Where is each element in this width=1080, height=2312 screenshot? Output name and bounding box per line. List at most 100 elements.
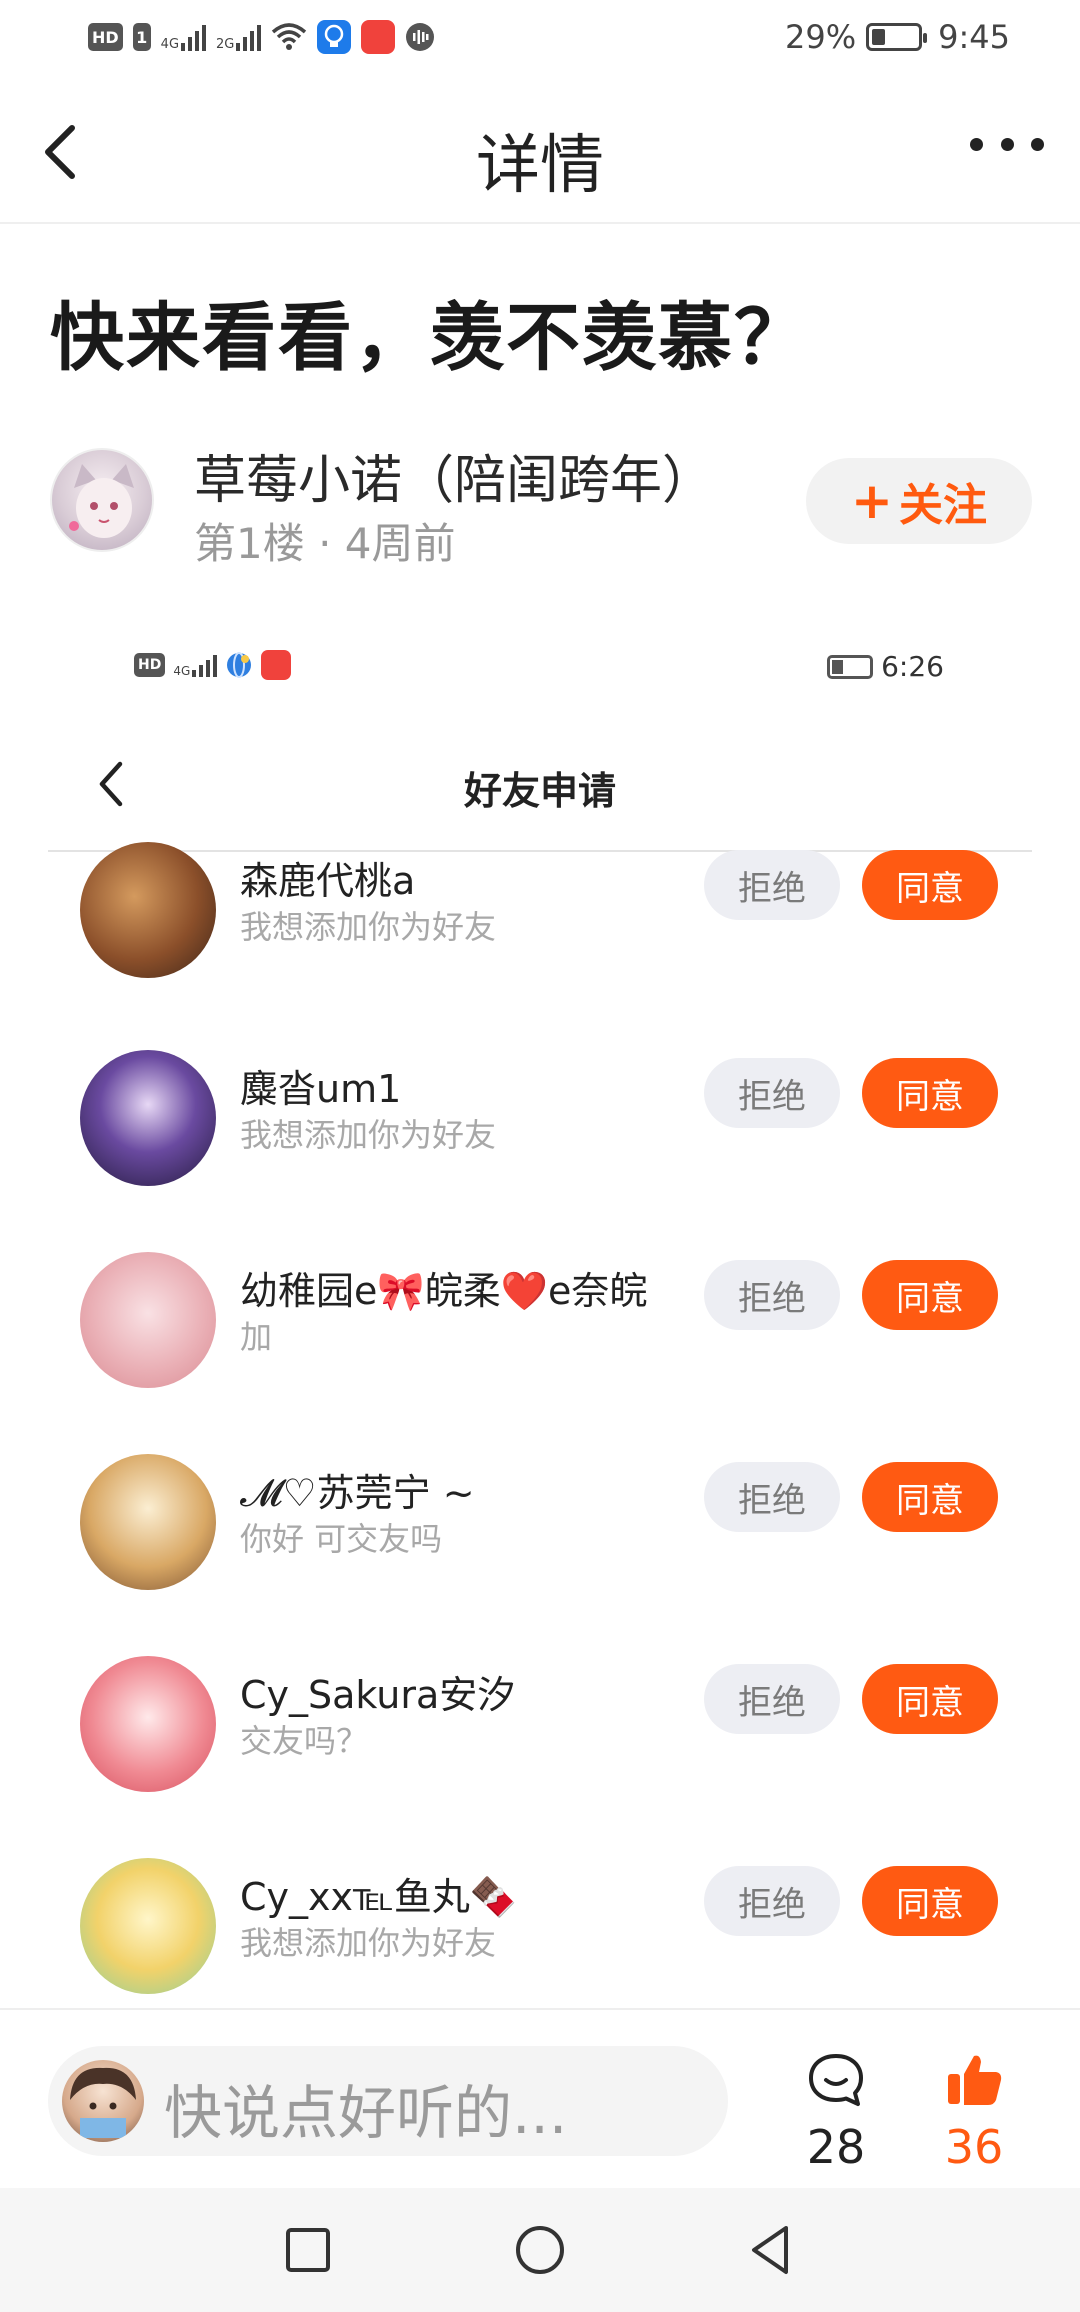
accept-label: 同意 (896, 1682, 964, 1723)
sim-label: 1 (136, 27, 148, 47)
request-name: Cy_Sakura安汐 (240, 1673, 516, 1717)
embedded-network-label: 4G (173, 664, 191, 678)
request-avatar (80, 842, 216, 978)
status-icons-left: HD 1 4G 2G (88, 20, 435, 54)
more-icon[interactable] (970, 124, 1044, 164)
like-count: 36 (944, 2120, 1004, 2174)
author-avatar[interactable] (50, 448, 154, 552)
request-message: 你好 可交友吗 (240, 1520, 443, 1558)
friend-request-row: 麋沓um1 我想添加你为好友 拒绝 同意 (0, 1050, 1080, 1260)
hd-label: HD (92, 27, 119, 47)
home-icon[interactable] (502, 2212, 578, 2288)
embedded-signal-icon: 4G (173, 653, 218, 678)
embedded-screenshot[interactable]: HD 4G 6:26 好友申请 森鹿代桃a 我想添加你为好友 拒绝 同意 麋沓u… (0, 620, 1080, 2010)
author-meta: 第1楼 · 4周前 (194, 519, 456, 568)
request-name: 𝓜♡苏莞宁 ~ (240, 1471, 475, 1515)
sim-icon: 1 (132, 23, 151, 51)
comment-bar: 快说点好听的... 28 36 (0, 2008, 1080, 2188)
request-name: 森鹿代桃a (240, 859, 416, 903)
request-message: 交友吗？ (240, 1722, 369, 1760)
request-message: 我想添加你为好友 (240, 1924, 497, 1962)
wifi-icon (272, 23, 307, 50)
embedded-hd-label: HD (138, 657, 162, 673)
request-name: 幼稚园e🎀皖柔❤️e奈皖 (240, 1269, 648, 1313)
accept-button[interactable]: 同意 (862, 1866, 998, 1936)
embedded-hd-icon: HD (134, 653, 166, 677)
huawei-app-icon (361, 20, 396, 54)
accept-label: 同意 (896, 1884, 964, 1925)
accept-label: 同意 (896, 1278, 964, 1319)
reject-button[interactable]: 拒绝 (704, 1260, 840, 1330)
comment-input[interactable]: 快说点好听的... (48, 2046, 728, 2156)
plus-icon: + (851, 472, 893, 530)
reject-label: 拒绝 (738, 1278, 806, 1319)
request-avatar (80, 1858, 216, 1994)
accept-label: 同意 (896, 868, 964, 909)
friend-request-row: 森鹿代桃a 我想添加你为好友 拒绝 同意 (0, 842, 1080, 1058)
follow-label: 关注 (898, 480, 987, 531)
embedded-title: 好友申请 (463, 769, 616, 813)
embedded-huawei-icon (261, 650, 292, 680)
reject-label: 拒绝 (738, 1076, 806, 1117)
comment-icon[interactable] (806, 2050, 866, 2110)
reject-button[interactable]: 拒绝 (704, 1058, 840, 1128)
accept-button[interactable]: 同意 (862, 1462, 998, 1532)
voice-icon (406, 23, 435, 51)
battery-icon (866, 23, 928, 51)
request-message: 我想添加你为好友 (240, 1116, 497, 1154)
embedded-status-right: 6:26 (827, 650, 944, 683)
reject-button[interactable]: 拒绝 (704, 1866, 840, 1936)
battery-percent: 29% (785, 18, 857, 56)
request-message: 我想添加你为好友 (240, 908, 497, 946)
accept-button[interactable]: 同意 (862, 850, 998, 920)
back-nav-icon[interactable] (734, 2212, 810, 2288)
network-label-2: 2G (216, 37, 235, 52)
comment-count: 28 (806, 2120, 866, 2174)
reject-label: 拒绝 (738, 1884, 806, 1925)
accept-label: 同意 (896, 1480, 964, 1521)
reject-label: 拒绝 (738, 1480, 806, 1521)
clock: 9:45 (938, 18, 1010, 56)
request-avatar (80, 1252, 216, 1388)
embedded-globe-icon (227, 652, 252, 678)
thumbs-up-icon[interactable] (944, 2050, 1004, 2110)
embedded-battery-icon (827, 654, 874, 679)
hd-icon: HD (88, 23, 123, 51)
reject-label: 拒绝 (738, 1682, 806, 1723)
status-icons-right: 29% 9:45 (785, 18, 1010, 56)
system-nav-bar (0, 2188, 1080, 2312)
request-name: 麋沓um1 (240, 1067, 402, 1111)
embedded-status-left: HD 4G (134, 650, 292, 680)
bulb-app-icon (317, 20, 352, 54)
request-message: 加 (240, 1318, 273, 1356)
detail-page: HD 1 4G 2G 29% 9:45 详情 快来看看，羡不羡慕？ 草莓小诺（陪… (0, 0, 1080, 2312)
top-nav: 详情 (0, 84, 1080, 224)
author-name[interactable]: 草莓小诺（陪闺跨年） (194, 438, 714, 513)
follow-button[interactable]: + 关注 (806, 458, 1032, 544)
reject-button[interactable]: 拒绝 (704, 1664, 840, 1734)
request-avatar (80, 1454, 216, 1590)
status-bar: HD 1 4G 2G 29% 9:45 (0, 0, 1080, 84)
reject-button[interactable]: 拒绝 (704, 1462, 840, 1532)
friend-request-row: 幼稚园e🎀皖柔❤️e奈皖 加 拒绝 同意 (0, 1252, 1080, 1462)
friend-request-row: Cy_Sakura安汐 交友吗？ 拒绝 同意 (0, 1656, 1080, 1866)
accept-button[interactable]: 同意 (862, 1058, 998, 1128)
my-avatar (62, 2060, 144, 2142)
request-avatar (80, 1656, 216, 1792)
signal-2-icon: 2G (216, 23, 262, 52)
request-avatar (80, 1050, 216, 1186)
friend-request-row: 𝓜♡苏莞宁 ~ 你好 可交友吗 拒绝 同意 (0, 1454, 1080, 1664)
accept-button[interactable]: 同意 (862, 1260, 998, 1330)
network-label-1: 4G (160, 37, 180, 52)
post-title: 快来看看，羡不羡慕？ (50, 295, 810, 381)
reject-button[interactable]: 拒绝 (704, 850, 840, 920)
recents-icon[interactable] (270, 2212, 346, 2288)
accept-button[interactable]: 同意 (862, 1664, 998, 1734)
reject-label: 拒绝 (738, 868, 806, 909)
embedded-clock: 6:26 (881, 650, 944, 683)
accept-label: 同意 (896, 1076, 964, 1117)
request-name: Cy_xx℡鱼丸🍫 (240, 1875, 518, 1919)
page-title: 详情 (476, 129, 604, 203)
signal-1-icon: 4G (160, 23, 207, 52)
comment-placeholder: 快说点好听的... (164, 2079, 568, 2147)
